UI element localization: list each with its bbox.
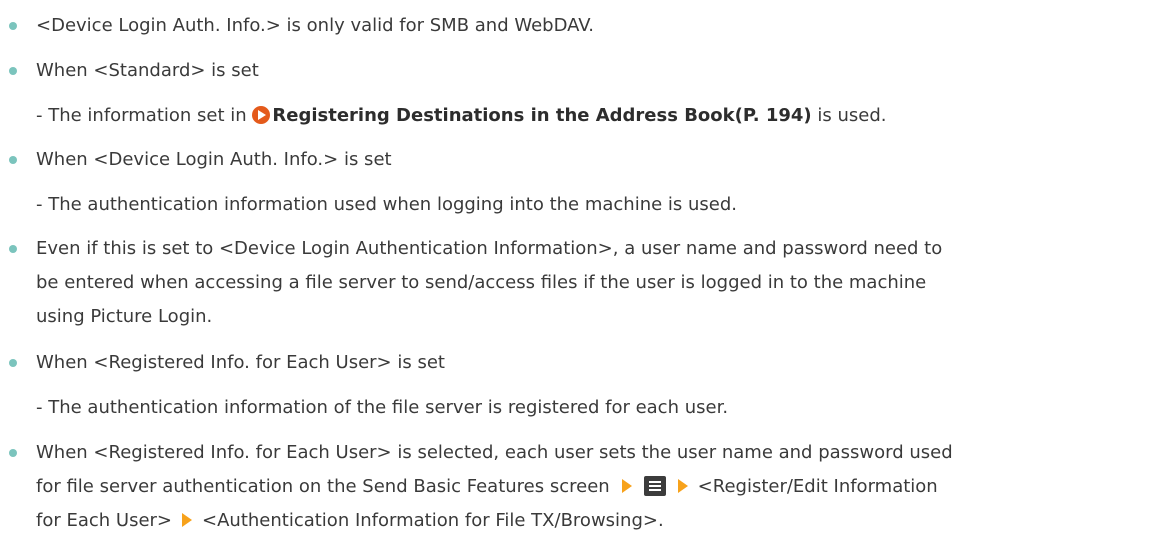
note-text: When <Registered Info. for Each User> is… bbox=[36, 442, 953, 463]
reference-link[interactable]: Registering Destinations in the Address … bbox=[272, 105, 811, 126]
sub-note: - The authentication information of the … bbox=[36, 392, 728, 424]
sub-note-text: - The information set in bbox=[36, 105, 253, 126]
bullet-dot bbox=[9, 359, 17, 367]
sub-note-text-end: is used. bbox=[811, 105, 887, 126]
note-text: When <Standard> is set bbox=[36, 60, 259, 81]
note-text-part: for Each User> bbox=[36, 510, 173, 531]
note-text: Even if this is set to <Device Login Aut… bbox=[36, 238, 943, 259]
note-text-part: <Register/Edit Information bbox=[697, 476, 938, 497]
step-arrow-icon bbox=[677, 479, 688, 493]
bullet-dot bbox=[9, 245, 17, 253]
sub-note-text: - The authentication information used wh… bbox=[36, 194, 738, 215]
note-text-continued: using Picture Login. bbox=[36, 306, 213, 327]
note-text-continued: be entered when accessing a file server … bbox=[36, 272, 927, 293]
sub-note-text: - The authentication information of the … bbox=[36, 397, 729, 418]
step-arrow-icon bbox=[182, 513, 193, 527]
step-arrow-icon bbox=[621, 479, 632, 493]
note-text-continued: for Each User> <Authentication Informatio… bbox=[36, 505, 664, 537]
note-text-continued: for file server authentication on the Se… bbox=[36, 471, 938, 503]
reference-link-icon[interactable] bbox=[252, 106, 271, 124]
note-text: When <Device Login Auth. Info.> is set bbox=[36, 149, 392, 170]
note-text-part: for file server authentication on the Se… bbox=[36, 476, 610, 497]
bullet-dot bbox=[9, 449, 17, 457]
bullet-dot bbox=[9, 67, 17, 75]
bullet-dot bbox=[9, 22, 17, 30]
note-text: When <Registered Info. for Each User> is… bbox=[36, 352, 445, 373]
bullet-dot bbox=[9, 156, 17, 164]
sub-note: - The information set in Registering Des… bbox=[36, 100, 887, 132]
note-text: <Device Login Auth. Info.> is only valid… bbox=[36, 15, 595, 36]
sub-note: - The authentication information used wh… bbox=[36, 189, 737, 221]
menu-icon bbox=[643, 476, 666, 496]
note-text-part: <Authentication Information for File TX/… bbox=[202, 510, 664, 531]
